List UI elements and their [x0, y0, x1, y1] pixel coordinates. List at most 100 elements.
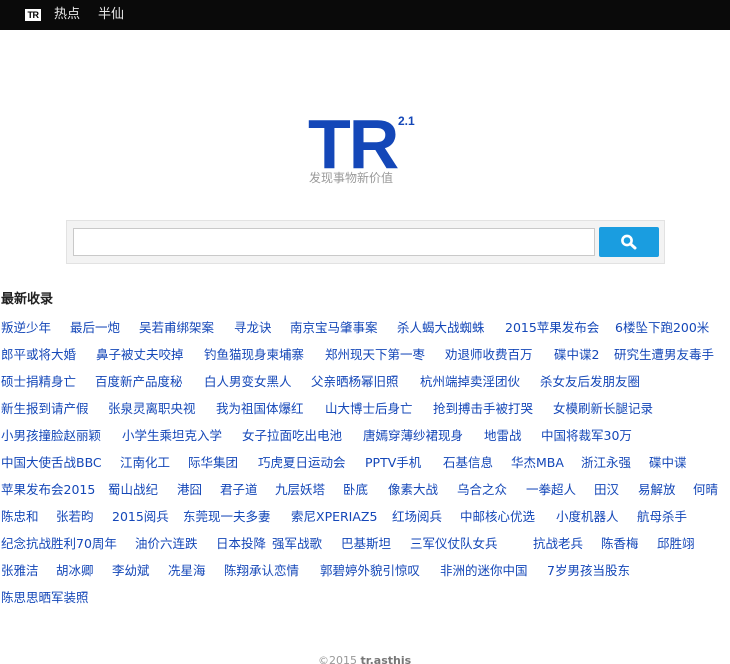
tag-link[interactable]: 6楼坠下跑200米 [615, 320, 709, 335]
tag-link[interactable]: 华杰MBA [511, 455, 564, 470]
tag-link[interactable]: 女模刷新长腿记录 [553, 401, 653, 416]
tag-link[interactable]: 钓鱼猫现身柬埔寨 [204, 347, 304, 362]
tag-link[interactable]: 小学生乘坦克入学 [122, 428, 222, 443]
tag-link[interactable]: 易解放 [638, 482, 676, 497]
tag-link[interactable]: 碟中谍2 [554, 347, 599, 362]
tag-link[interactable]: 卧底 [343, 482, 368, 497]
tag-link[interactable]: 硕士捐精身亡 [1, 374, 76, 389]
tag-link[interactable]: 强军战歌 [272, 536, 322, 551]
tag-link[interactable]: 研究生遭男友毒手 [614, 347, 714, 362]
tag-link[interactable]: 巧虎夏日运动会 [258, 455, 346, 470]
tag-link[interactable]: 白人男变女黑人 [204, 374, 292, 389]
tag-link[interactable]: 叛逆少年 [1, 320, 51, 335]
tag-link[interactable]: 胡冰卿 [56, 563, 94, 578]
search-button[interactable] [599, 227, 659, 257]
tag-link[interactable]: 抢到搏击手被打哭 [433, 401, 533, 416]
tag-link[interactable]: 乌合之众 [457, 482, 507, 497]
tag-link[interactable]: 吴若甫绑架案 [139, 320, 214, 335]
tag-link[interactable]: 油价六连跌 [135, 536, 198, 551]
tag-link[interactable]: 何晴 [693, 482, 718, 497]
tag-link[interactable]: 田汉 [594, 482, 619, 497]
tag-link[interactable]: 苹果发布会2015 [1, 482, 95, 497]
tag-link[interactable]: 女子拉面吃出电池 [242, 428, 342, 443]
tag-link[interactable]: PPTV手机 [365, 455, 421, 470]
tag-link[interactable]: 7岁男孩当股东 [547, 563, 630, 578]
tag-link[interactable]: 李幼斌 [112, 563, 150, 578]
tag-link[interactable]: 鼻子被丈夫咬掉 [96, 347, 184, 362]
tag-link[interactable]: 君子道 [220, 482, 258, 497]
tag-link[interactable]: 郭碧婷外貌引惊叹 [320, 563, 420, 578]
tags-row: 硕士捐精身亡 百度新产品度秘 白人男变女黑人 父亲晒杨幂旧照 杭州端掉卖淫团伙 杀女友后发… [1, 367, 729, 394]
tag-link[interactable]: 索尼XPERIAZ5 [291, 509, 377, 524]
tag-link[interactable]: 纪念抗战胜利70周年 [1, 536, 117, 551]
tag-link[interactable]: 新生报到请产假 [1, 401, 89, 416]
tag-link[interactable]: 杀女友后发朋友圈 [540, 374, 640, 389]
tag-link[interactable]: 2015阅兵 [112, 509, 169, 524]
tag-link[interactable]: 唐嫣穿薄纱裙现身 [363, 428, 463, 443]
tag-link[interactable]: 像素大战 [388, 482, 438, 497]
tag-link[interactable]: 航母杀手 [637, 509, 687, 524]
tag-link[interactable]: 三军仪仗队女兵 [410, 536, 498, 551]
tag-link[interactable]: 陈翔承认恋情 [224, 563, 299, 578]
tag-link[interactable]: 浙江永强 [581, 455, 631, 470]
site-logo: TR 2.1 发现事物新价值 [308, 105, 428, 192]
tag-link[interactable]: 碟中谍 [649, 455, 687, 470]
tag-link[interactable]: 东莞现一夫多妻 [183, 509, 271, 524]
tag-link[interactable]: 红场阅兵 [392, 509, 442, 524]
tag-link[interactable]: 张若昀 [56, 509, 94, 524]
search-bar [66, 220, 665, 264]
tag-link[interactable]: 杀人蝎大战蜘蛛 [397, 320, 485, 335]
footer-copyright: ©2015 [318, 654, 361, 664]
nav-item-banxian[interactable]: 半仙 [98, 6, 124, 24]
tag-link[interactable]: 冼星海 [168, 563, 206, 578]
tag-link[interactable]: 劝退师收费百万 [445, 347, 533, 362]
tags-row: 陈思思晒军装照 [1, 583, 729, 610]
tag-link[interactable]: 石基信息 [443, 455, 493, 470]
latest-section-title: 最新收录 [1, 292, 54, 307]
tags-row: 苹果发布会2015 蜀山战纪 港囧 君子道 九层妖塔 卧底 像素大战 乌合之众 一拳超人 田汉 易解… [1, 475, 729, 502]
tag-link[interactable]: 蜀山战纪 [108, 482, 158, 497]
logo-text: TR [308, 105, 399, 183]
tag-link[interactable]: 郑州现天下第一枣 [325, 347, 425, 362]
tag-link[interactable]: 父亲晒杨幂旧照 [311, 374, 399, 389]
latest-tags-list: 叛逆少年 最后一炮 吴若甫绑架案 寻龙诀 南京宝马肇事案 杀人蝎大战蜘蛛 2015苹果发布会… [1, 313, 729, 610]
tag-link[interactable]: 抗战老兵 [533, 536, 583, 551]
tags-row: 纪念抗战胜利70周年 油价六连跌 日本投降 强军战歌 巴基斯坦 三军仪仗队女兵 抗战老兵 陈香… [1, 529, 729, 556]
tag-link[interactable]: 2015苹果发布会 [505, 320, 599, 335]
tag-link[interactable]: 寻龙诀 [234, 320, 272, 335]
tag-link[interactable]: 际华集团 [188, 455, 238, 470]
footer-brand-link[interactable]: tr.asthis [361, 654, 412, 664]
tag-link[interactable]: 巴基斯坦 [341, 536, 391, 551]
tag-link[interactable]: 陈思思晒军装照 [1, 590, 89, 605]
tag-link[interactable]: 我为祖国体爆红 [216, 401, 304, 416]
tags-row: 中国大使舌战BBC 江南化工 际华集团 巧虎夏日运动会 PPTV手机 石基信息 华杰MBA 浙… [1, 448, 729, 475]
tag-link[interactable]: 郎平或将大婚 [1, 347, 76, 362]
tag-link[interactable]: 张雅洁 [1, 563, 39, 578]
tag-link[interactable]: 中国将裁军30万 [541, 428, 632, 443]
topbar-logo[interactable]: TR [25, 9, 41, 21]
tag-link[interactable]: 张泉灵离职央视 [108, 401, 196, 416]
tag-link[interactable]: 江南化工 [120, 455, 170, 470]
tag-link[interactable]: 陈忠和 [1, 509, 39, 524]
tag-link[interactable]: 非洲的迷你中国 [440, 563, 528, 578]
tag-link[interactable]: 港囧 [177, 482, 202, 497]
tag-link[interactable]: 中国大使舌战BBC [1, 455, 102, 470]
tag-link[interactable]: 地雷战 [484, 428, 522, 443]
tag-link[interactable]: 最后一炮 [70, 320, 120, 335]
nav-item-hot[interactable]: 热点 [54, 6, 80, 24]
tag-link[interactable]: 山大博士后身亡 [325, 401, 413, 416]
tag-link[interactable]: 百度新产品度秘 [95, 374, 183, 389]
tags-row: 新生报到请产假 张泉灵离职央视 我为祖国体爆红 山大博士后身亡 抢到搏击手被打哭 女模刷新… [1, 394, 729, 421]
tag-link[interactable]: 九层妖塔 [275, 482, 325, 497]
tag-link[interactable]: 小度机器人 [556, 509, 619, 524]
tag-link[interactable]: 杭州端掉卖淫团伙 [420, 374, 520, 389]
tags-row: 郎平或将大婚 鼻子被丈夫咬掉 钓鱼猫现身柬埔寨 郑州现天下第一枣 劝退师收费百万 碟中谍2… [1, 340, 729, 367]
tag-link[interactable]: 一拳超人 [526, 482, 576, 497]
tag-link[interactable]: 邱胜翊 [657, 536, 695, 551]
tag-link[interactable]: 陈香梅 [601, 536, 639, 551]
tag-link[interactable]: 小男孩撞脸赵丽颖 [1, 428, 101, 443]
tag-link[interactable]: 中邮核心优选 [460, 509, 535, 524]
tag-link[interactable]: 日本投降 [216, 536, 266, 551]
tag-link[interactable]: 南京宝马肇事案 [290, 320, 378, 335]
search-input[interactable] [73, 228, 595, 256]
